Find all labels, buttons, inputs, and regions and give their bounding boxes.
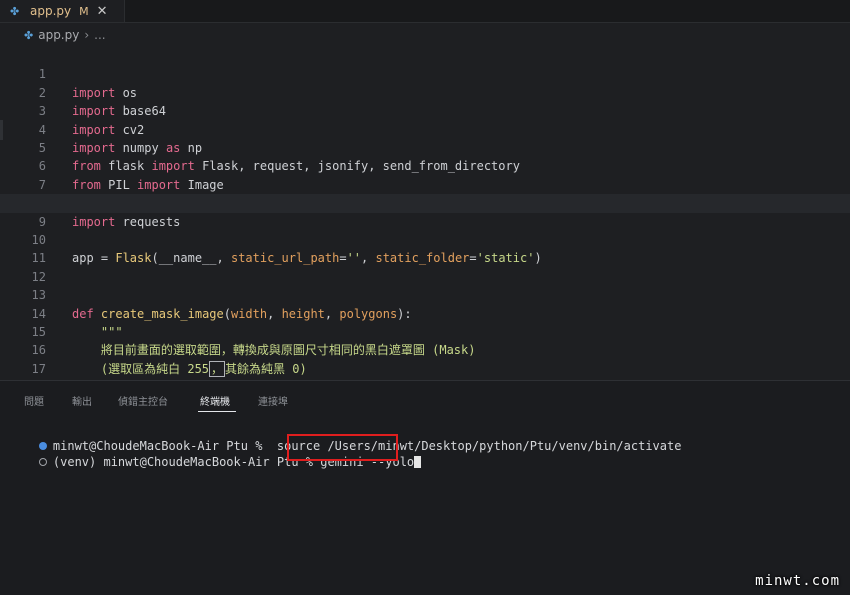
tab-debug-console[interactable]: 偵錯主控台: [118, 393, 168, 408]
panel-tab-bar: 問題 輸出 偵錯主控台 終端機 連接埠: [0, 381, 850, 417]
code-line[interactable]: 10 app = Flask(__name__, static_url_path…: [0, 213, 850, 265]
code-line[interactable]: 13 def create_mask_image(width, height, …: [0, 268, 850, 320]
python-file-icon: ✤: [10, 4, 20, 18]
code-line[interactable]: 2 import base64: [0, 65, 850, 118]
python-file-icon: ✤: [24, 28, 34, 42]
code-line[interactable]: 6 from PIL import Image: [0, 139, 850, 191]
code-line[interactable]: 7 import io: [0, 157, 850, 210]
sidebar-edge: [0, 120, 3, 140]
terminal-prompt: (venv) minwt@ChoudeMacBook-Air Ptu %: [52, 455, 321, 469]
code-line[interactable]: 4 import numpy as np: [0, 102, 850, 155]
breadcrumb-file[interactable]: app.py: [38, 28, 79, 42]
command-pending-icon: [38, 458, 47, 466]
vscode-window: ✤ app.py M ✕ ✤ app.py › ... 1 import os …: [0, 0, 850, 595]
tab-ports[interactable]: 連接埠: [258, 393, 288, 408]
code-line[interactable]: 5 from flask import Flask, request, json…: [0, 121, 850, 173]
tab-problems[interactable]: 問題: [24, 393, 44, 408]
watermark: minwt.com: [755, 573, 840, 589]
code-line[interactable]: 12: [0, 249, 850, 284]
bottom-panel: 問題 輸出 偵錯主控台 終端機 連接埠: [0, 380, 850, 595]
editor-tab-bar: ✤ app.py M ✕: [0, 0, 850, 23]
tab-app-py[interactable]: ✤ app.py M ✕: [0, 0, 125, 22]
code-line[interactable]: 1 import os: [0, 47, 850, 99]
code-line[interactable]: 15 將目前畫面的選取範圍，轉換成與原圖尺寸相同的黑白遮罩圖 (Mask): [0, 305, 850, 357]
code-line[interactable]: 11: [0, 231, 850, 265]
code-line[interactable]: 16 (選取區為純白 255，其餘為純黑 0): [0, 323, 850, 377]
line-number: 18: [0, 378, 46, 379]
code-line[interactable]: 14 """: [0, 286, 850, 339]
code-text: """: [72, 378, 123, 379]
breadcrumb: ✤ app.py › ...: [0, 26, 850, 44]
active-tab-indicator: [198, 411, 236, 412]
code-line[interactable]: 3 import cv2: [0, 84, 850, 136]
close-icon[interactable]: ✕: [97, 4, 108, 19]
command-highlight-box: [287, 434, 398, 461]
code-editor[interactable]: 1 import os 2 import base64 3 import cv2…: [0, 46, 850, 379]
code-line[interactable]: 8 import requests: [0, 176, 850, 228]
code-line-current[interactable]: 9: [0, 194, 850, 229]
tab-file-name: app.py: [30, 4, 72, 18]
chevron-right-icon: ›: [84, 28, 90, 42]
tab-terminal[interactable]: 終端機: [200, 393, 230, 408]
terminal-cursor: [414, 456, 422, 468]
modified-indicator: M: [79, 4, 89, 18]
code-line[interactable]: 18 mask = np.zeros((height, width), dtyp…: [0, 360, 850, 378]
tab-output[interactable]: 輸出: [72, 393, 92, 408]
code-line[interactable]: 17 """: [0, 341, 850, 376]
breadcrumb-more[interactable]: ...: [94, 28, 105, 42]
